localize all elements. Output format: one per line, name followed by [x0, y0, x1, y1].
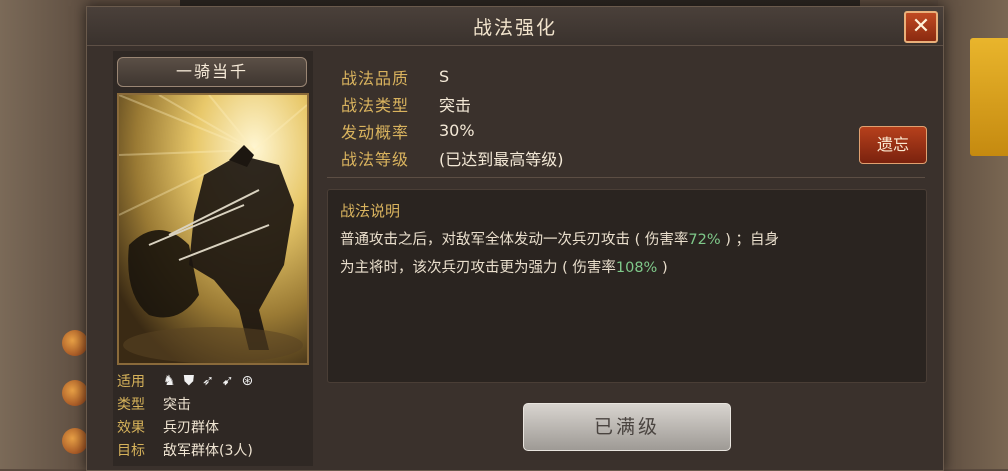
info-level-label: 战法等级 [341, 149, 410, 169]
close-icon: ✕ [911, 14, 931, 39]
info-quality: 战法品质 S [341, 63, 921, 90]
stat-target-label: 目标 [117, 442, 145, 459]
damage-rate-108: 108% [615, 260, 658, 276]
shield-icon: ⛊ [183, 372, 195, 389]
stat-target-value: 敌军群体(3人) [163, 442, 253, 459]
stat-suitable: 适用 ♞ ⛊ ➶ ➹ ⊛ [117, 369, 313, 392]
description-line-1-a: 普通攻击之后，对敌军全体发动一次兵刃攻击 ( 伤害率 [340, 232, 689, 248]
background-tab [970, 38, 1008, 156]
background-orb [62, 380, 88, 406]
stat-effect-value: 兵刃群体 [163, 419, 219, 436]
description-line-2-b: ) [657, 260, 668, 276]
description-line-1: 普通攻击之后，对敌军全体发动一次兵刃攻击 ( 伤害率72% ) ；自身 [340, 226, 914, 254]
info-level: 战法等级 (已达到最高等级) [341, 144, 921, 171]
background-right [938, 0, 1008, 469]
background-left [0, 0, 90, 469]
stat-type: 类型 突击 [117, 392, 313, 415]
dialog-title-bar: 战法强化 ✕ [87, 7, 943, 46]
skill-info: 战法品质 S 战法类型 突击 发动概率 30% 战法等级 (已达到最高等级) [341, 63, 921, 171]
description-line-1-b: ) ；自身 [720, 232, 779, 248]
info-chance-label: 发动概率 [341, 122, 410, 142]
stat-suitable-label: 适用 [117, 373, 145, 390]
info-type-value: 突击 [439, 95, 472, 115]
background-orb [62, 330, 88, 356]
damage-rate-72: 72% [688, 232, 721, 248]
skill-card: 一骑当千 适用 ♞ ⛊ ➶ ➹ ⊛ 类型 突击 效果 兵刃群体 目标 敌军群体(… [113, 51, 313, 466]
description-title: 战法说明 [340, 202, 401, 220]
info-quality-label: 战法品质 [341, 68, 410, 88]
stat-type-value: 突击 [163, 396, 191, 413]
skill-name-plate: 一骑当千 [117, 57, 307, 87]
info-type: 战法类型 突击 [341, 90, 921, 117]
stat-type-label: 类型 [117, 396, 145, 413]
info-chance-value: 30% [439, 121, 475, 140]
max-level-button[interactable]: 已满级 [523, 403, 731, 451]
stat-target: 目标 敌军群体(3人) [117, 438, 313, 461]
skill-enhance-dialog: 战法强化 ✕ 一骑当千 适用 ♞ ⛊ ➶ ➹ ⊛ 类型 突击 效果 兵刃群体 目… [86, 6, 944, 471]
forget-button[interactable]: 遗忘 [859, 126, 927, 164]
weapon-icons: ♞ ⛊ ➶ ➹ ⊛ [163, 373, 253, 389]
description-line-2: 为主将时，该次兵刃攻击更为强力 ( 伤害率108% ) [340, 254, 914, 282]
info-type-label: 战法类型 [341, 95, 410, 115]
info-quality-value: S [439, 67, 450, 86]
description-line-2-a: 为主将时，该次兵刃攻击更为强力 ( 伤害率 [340, 260, 616, 276]
info-chance: 发动概率 30% [341, 117, 921, 144]
description-panel: 战法说明 普通攻击之后，对敌军全体发动一次兵刃攻击 ( 伤害率72% ) ；自身… [327, 189, 927, 383]
stat-effect: 效果 兵刃群体 [117, 415, 313, 438]
bow-icon: ➶ [202, 372, 214, 389]
dialog-title: 战法强化 [472, 17, 557, 39]
card-stats: 适用 ♞ ⛊ ➶ ➹ ⊛ 类型 突击 效果 兵刃群体 目标 敌军群体(3人) [117, 369, 313, 461]
cavalry-icon: ♞ [163, 372, 176, 389]
description-text: 普通攻击之后，对敌军全体发动一次兵刃攻击 ( 伤害率72% ) ；自身 为主将时… [340, 226, 914, 282]
close-button[interactable]: ✕ [904, 11, 938, 43]
info-level-value: (已达到最高等级) [439, 149, 564, 169]
spear-icon: ➹ [221, 372, 234, 389]
skill-card-art [117, 93, 309, 365]
background-orb [62, 428, 88, 454]
divider [327, 177, 925, 178]
siege-icon: ⊛ [241, 372, 254, 389]
stat-effect-label: 效果 [117, 419, 145, 436]
